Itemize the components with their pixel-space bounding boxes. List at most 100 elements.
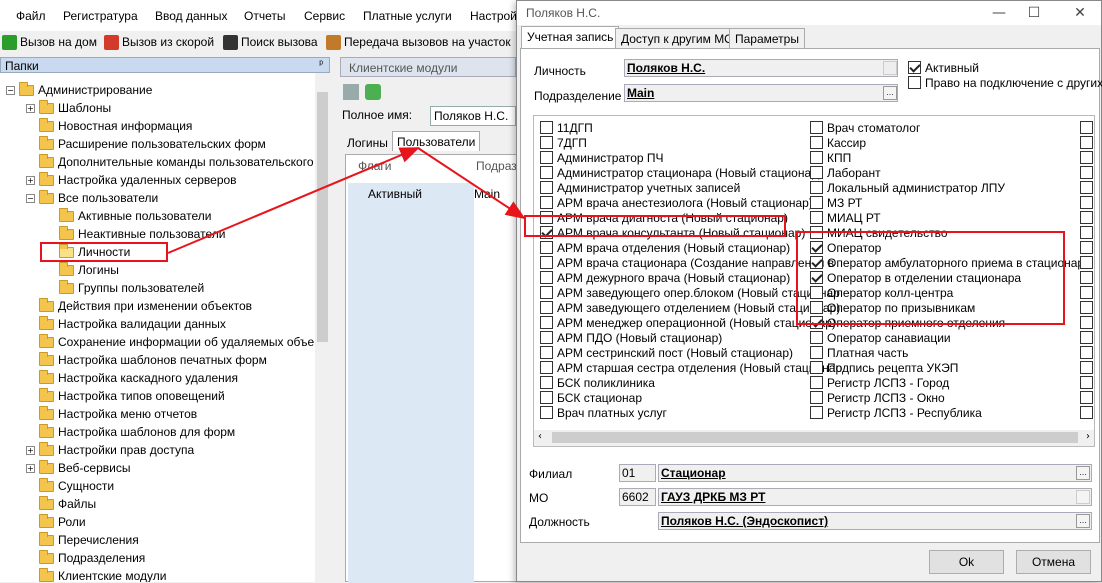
tree-node[interactable]: Настройка типов оповещений: [26, 387, 225, 405]
branch-code[interactable]: 01: [619, 464, 656, 482]
collapse-icon[interactable]: −: [26, 193, 35, 203]
role-check-box[interactable]: [1080, 361, 1093, 374]
maximize-button[interactable]: ☐: [1022, 3, 1046, 23]
active-check-box[interactable]: [908, 61, 921, 74]
role-checkbox[interactable]: Администратор ПЧ: [540, 150, 664, 165]
connect-check-box[interactable]: [908, 76, 921, 89]
role-check-box[interactable]: [810, 121, 823, 134]
tab-parameters[interactable]: Параметры: [729, 28, 805, 49]
tree-node[interactable]: Неактивные пользователи: [46, 225, 225, 243]
tree-node[interactable]: Сущности: [26, 477, 114, 495]
role-check-box[interactable]: [1080, 256, 1093, 269]
tree-node[interactable]: + Шаблоны: [26, 99, 111, 117]
grid-cell-active[interactable]: Активный: [368, 187, 422, 201]
branch-lookup-button[interactable]: ...: [1076, 466, 1090, 480]
menu-paid-services[interactable]: Платные услуги: [363, 9, 452, 23]
role-check-box[interactable]: [540, 256, 553, 269]
role-check-box[interactable]: [1080, 121, 1093, 134]
tab-users[interactable]: Пользователи: [392, 131, 481, 151]
role-check-box[interactable]: [1080, 241, 1093, 254]
menu-file[interactable]: Файл: [16, 9, 46, 23]
tree-node[interactable]: Активные пользователи: [46, 207, 211, 225]
role-check-box[interactable]: [540, 181, 553, 194]
role-check-box[interactable]: [1080, 331, 1093, 344]
role-check-box[interactable]: [540, 166, 553, 179]
role-checkbox[interactable]: Локальный администратор ЛПУ: [810, 180, 1005, 195]
connect-other-checkbox[interactable]: Право на подключение с других: [908, 75, 1102, 90]
role-check-box[interactable]: [810, 331, 823, 344]
tree-node[interactable]: + Настройка удаленных серверов: [26, 171, 237, 189]
role-check-box[interactable]: [1080, 406, 1093, 419]
role-checkbox[interactable]: АРМ старшая сестра отделения (Новый стац…: [540, 360, 842, 375]
role-check-box[interactable]: [1080, 151, 1093, 164]
tree-node[interactable]: Настройка шаблонов печатных форм: [26, 351, 267, 369]
role-check-box[interactable]: [540, 241, 553, 254]
role-check-box[interactable]: [1080, 196, 1093, 209]
tree-node[interactable]: Расширение пользовательских форм: [26, 135, 266, 153]
active-checkbox[interactable]: Активный: [908, 60, 979, 75]
role-checkbox[interactable]: АРМ ПДО (Новый стационар): [540, 330, 722, 345]
role-checkbox[interactable]: Оператор санавиации: [810, 330, 951, 345]
role-check-box[interactable]: [1080, 376, 1093, 389]
tree-node[interactable]: Действия при изменении объектов: [26, 297, 252, 315]
role-checkbox[interactable]: АРМ врача отделения (Новый стационар): [540, 240, 790, 255]
role-checkbox[interactable]: Администратор стационара (Новый стациона…: [540, 165, 822, 180]
scroll-left-icon[interactable]: ‹: [538, 431, 542, 442]
role-check-box[interactable]: [540, 271, 553, 284]
role-check-box[interactable]: [810, 376, 823, 389]
role-checkbox[interactable]: АРМ врача анестезиолога (Новый стационар…: [540, 195, 813, 210]
tree-node[interactable]: Подразделения: [26, 549, 145, 567]
role-check-box[interactable]: [810, 196, 823, 209]
tree-node[interactable]: Настройка валидации данных: [26, 315, 226, 333]
refresh-icon[interactable]: [365, 84, 381, 100]
transfer-calls-button[interactable]: Передача вызовов на участок: [326, 33, 511, 51]
person-lookup-button[interactable]: [883, 61, 897, 75]
role-checkbox[interactable]: КПП: [810, 150, 851, 165]
role-checkbox[interactable]: Врач стоматолог: [810, 120, 920, 135]
role-checkbox[interactable]: Подпись рецепта УКЭП: [810, 360, 958, 375]
role-check-box[interactable]: [540, 391, 553, 404]
role-checkbox[interactable]: Регистр ЛСПЗ - Город: [810, 375, 949, 390]
position-field[interactable]: Поляков Н.С. (Эндоскопист): [658, 512, 1092, 530]
role-check-box[interactable]: [540, 376, 553, 389]
role-checkbox[interactable]: МЗ РТ: [810, 195, 862, 210]
expand-icon[interactable]: +: [26, 463, 35, 473]
role-check-box[interactable]: [540, 406, 553, 419]
close-button[interactable]: ✕: [1068, 3, 1092, 23]
menu-service[interactable]: Сервис: [304, 9, 345, 23]
tree-node[interactable]: + Веб-сервисы: [26, 459, 130, 477]
ambulance-call-button[interactable]: Вызов из скорой: [104, 33, 214, 51]
role-check-box[interactable]: [1080, 166, 1093, 179]
menu-settings[interactable]: Настрой: [470, 9, 517, 23]
expand-icon[interactable]: +: [26, 175, 35, 185]
home-call-button[interactable]: Вызов на дом: [2, 33, 97, 51]
expand-icon[interactable]: +: [26, 445, 35, 455]
scroll-right-icon[interactable]: ›: [1086, 431, 1090, 442]
hscroll-thumb[interactable]: [552, 432, 1078, 443]
tree-node[interactable]: Клиентские модули: [26, 567, 166, 582]
role-check-box[interactable]: [1080, 316, 1093, 329]
role-checkbox[interactable]: АРМ дежурного врача (Новый стационар): [540, 270, 790, 285]
menu-registry[interactable]: Регистратура: [63, 9, 138, 23]
role-check-box[interactable]: [810, 151, 823, 164]
person-field[interactable]: Поляков Н.С.: [624, 59, 898, 77]
role-check-box[interactable]: [810, 181, 823, 194]
tree-node[interactable]: − Все пользователи: [26, 189, 158, 207]
tree-node[interactable]: Логины: [46, 261, 119, 279]
tree-node[interactable]: + Настройки прав доступа: [26, 441, 194, 459]
tab-logins[interactable]: Логины: [343, 133, 392, 153]
tree-node[interactable]: Настройка меню отчетов: [26, 405, 197, 423]
cancel-button[interactable]: Отмена: [1016, 550, 1091, 574]
position-lookup-button[interactable]: ...: [1076, 514, 1090, 528]
fullname-input[interactable]: Поляков Н.С.: [430, 106, 516, 126]
role-check-box[interactable]: [810, 391, 823, 404]
role-checkbox[interactable]: Регистр ЛСПЗ - Республика: [810, 405, 982, 420]
menu-data-entry[interactable]: Ввод данных: [155, 9, 228, 23]
role-check-box[interactable]: [540, 121, 553, 134]
role-check-box[interactable]: [540, 346, 553, 359]
role-check-box[interactable]: [1080, 286, 1093, 299]
role-check-box[interactable]: [540, 286, 553, 299]
role-check-box[interactable]: [810, 406, 823, 419]
scrollbar-thumb[interactable]: [317, 92, 328, 342]
role-checkbox[interactable]: Регистр ЛСПЗ - Окно: [810, 390, 945, 405]
